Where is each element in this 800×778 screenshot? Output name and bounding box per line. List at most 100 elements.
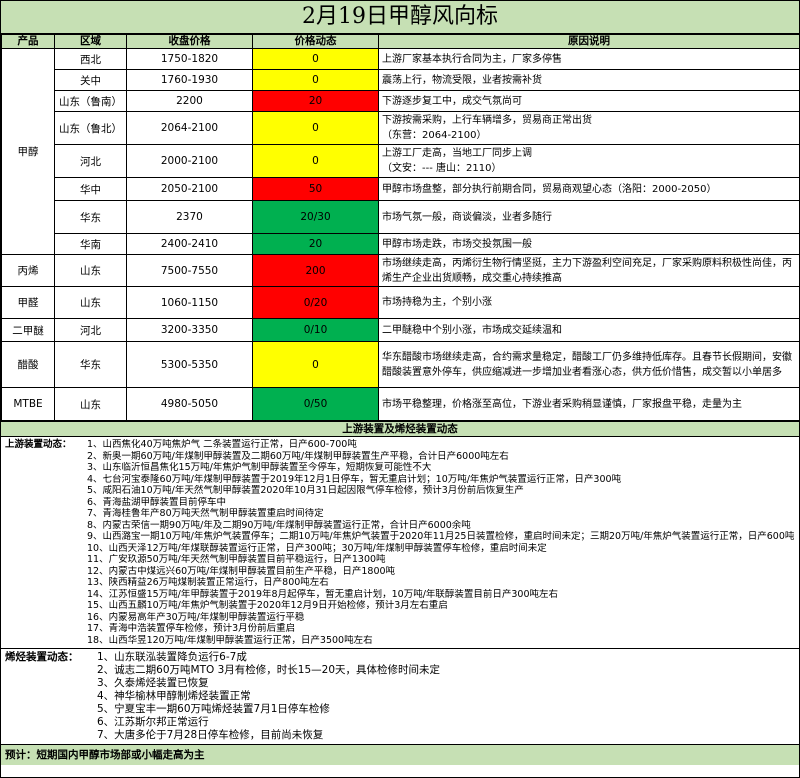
region-cell: 山东（鲁北） xyxy=(54,111,127,145)
price-cell: 1060-1150 xyxy=(126,286,253,319)
forecast-note: 预计：短期国内甲醇市场部或小幅走高为主 xyxy=(1,745,799,765)
reason-cell: 上游厂家基本执行合同为主，厂家多停售 xyxy=(378,48,800,70)
table-row: 丙烯 山东 7500-7550 200 市场继续走高，丙烯衍生物行情坚挺，主力下游盈利空… xyxy=(1,254,800,287)
list-item: 12、内蒙古中煤远兴60万吨/年煤制甲醇装置目前生产平稳，日产1800吨 xyxy=(87,565,396,577)
product-cell: 丙烯 xyxy=(1,254,55,287)
price-cell: 2200 xyxy=(126,90,253,112)
price-cell: 4980-5050 xyxy=(126,387,253,421)
list-item: 2、新奥一期60万吨/年煤制甲醇装置及二期60万吨/年煤制甲醇装置生产平稳，合计… xyxy=(87,450,509,462)
reason-cell: 二甲醚稳中个别小涨，市场成交延续温和 xyxy=(378,318,800,342)
product-cell: 醋酸 xyxy=(1,341,55,388)
page-title: 2月19日甲醇风向标 xyxy=(1,1,799,34)
table-row: MTBE 山东 4980-5050 0/50 市场平稳整理，价格涨至高位，下游业者采购稍… xyxy=(1,387,800,421)
header-product: 产品 xyxy=(1,34,55,49)
list-item: 7、大唐多伦于7月28日停车检修，目前尚未恢复 xyxy=(97,729,324,741)
product-cell: 甲醛 xyxy=(1,286,55,319)
price-cell: 2400-2410 xyxy=(126,233,253,255)
list-item: 5、咸阳石油10万吨/年天然气制甲醇装置2020年10月31日起因限气停车检修，… xyxy=(87,485,524,496)
change-cell: 200 xyxy=(252,254,379,287)
table-row: 关中 1760-1930 0 震荡上行，物流受限，业者按需补货 xyxy=(2,69,800,91)
olefin-block: 烯烃装置动态： 1、山东联泓装置降负运行6-7成 2、诚志二期60万吨MTO 3月… xyxy=(1,649,799,745)
list-item: 17、青海中浩装置停车检修，预计3月份前后重启 xyxy=(87,623,296,634)
table-row: 河北 2000-2100 0 上游工厂走高，当地工厂同步上调 （文安：--- 唐山：21… xyxy=(2,144,800,178)
price-cell: 5300-5350 xyxy=(126,341,253,388)
list-item: 6、青海盐湖甲醇装置目前停车中 xyxy=(87,496,227,508)
table-row: 醋酸 华东 5300-5350 0 华东醋酸市场继续走高，合约需求量稳定，醋酸工厂仍多维… xyxy=(1,341,800,388)
table-row: 华中 2050-2100 50 甲醇市场盘整，部分执行前期合同，贸易商观望心态（洛阳：… xyxy=(2,177,800,201)
reason-cell: 甲醇市场盘整，部分执行前期合同，贸易商观望心态（洛阳：2000-2050） xyxy=(378,177,800,201)
change-cell: 0 xyxy=(252,69,379,91)
change-cell: 0/20 xyxy=(252,286,379,319)
reason-cell: 甲醇市场走跌，市场交投氛围一般 xyxy=(378,233,800,255)
list-item: 18、山西华昱120万吨/年煤制甲醇装置运行正常，日产3500吨左右 xyxy=(87,634,373,646)
change-cell: 0 xyxy=(252,111,379,145)
price-cell: 2370 xyxy=(126,200,253,234)
table-body: 甲醇 西北 1750-1820 0 上游厂家基本执行合同为主，厂家多停售 关中 1760-1… xyxy=(1,48,800,421)
reason-cell: 市场继续走高，丙烯衍生物行情坚挺，主力下游盈利空间充足，厂家采购原料积极性尚佳，… xyxy=(378,254,800,287)
price-cell: 2050-2100 xyxy=(126,177,253,201)
upstream-block: 上游装置动态： 1、山西焦化40万吨焦炉气 二条装置运行正常，日产600-700… xyxy=(1,437,799,649)
product-cell: 二甲醚 xyxy=(1,318,55,342)
list-item: 15、山西五麟10万吨/年焦炉气制装置于2020年12月9日开始检修，预计3月左… xyxy=(87,600,448,611)
region-cell: 河北 xyxy=(54,144,127,178)
list-item: 6、江苏斯尔邦正常运行 xyxy=(97,716,209,728)
price-cell: 1760-1930 xyxy=(126,69,253,91)
region-cell: 华东 xyxy=(54,200,127,234)
header-price: 收盘价格 xyxy=(126,34,253,49)
table-row: 华南 2400-2410 20 甲醇市场走跌，市场交投氛围一般 xyxy=(2,233,800,255)
region-cell: 河北 xyxy=(54,318,127,342)
region-cell: 西北 xyxy=(54,48,127,70)
header-change: 价格动态 xyxy=(252,34,379,49)
price-cell: 1750-1820 xyxy=(126,48,253,70)
list-item: 11、广安玖源50万吨/年天然气制甲醇装置目前平稳运行，日产1300吨 xyxy=(87,554,386,565)
list-item: 3、久泰烯烃装置已恢复 xyxy=(97,677,209,689)
list-item: 5、宁夏宝丰一期60万吨烯烃装置7月1日停车检修 xyxy=(97,703,330,715)
change-cell: 0 xyxy=(252,144,379,178)
reason-cell: 下游按需采购，上行车辆增多，贸易商正常出货 （东营：2064-2100） xyxy=(378,111,800,145)
reason-cell: 下游逐步复工中，成交气氛尚可 xyxy=(378,90,800,112)
table-row: 二甲醚 河北 3200-3350 0/10 二甲醚稳中个别小涨，市场成交延续温和 xyxy=(1,318,800,342)
price-cell: 2064-2100 xyxy=(126,111,253,145)
price-cell: 2000-2100 xyxy=(126,144,253,178)
table-row: 甲醛 山东 1060-1150 0/20 市场持稳为主，个别小涨 xyxy=(1,286,800,319)
product-cell: 甲醇 xyxy=(1,48,55,255)
methanol-sheet: 2月19日甲醇风向标 产品 区域 收盘价格 价格动态 原因说明 甲醇 西北 1750… xyxy=(0,0,800,778)
region-cell: 华南 xyxy=(54,233,127,255)
list-item: 1、山西焦化40万吨焦炉气 二条装置运行正常，日产600-700吨 xyxy=(87,439,357,450)
table-row: 华东 2370 20/30 市场气氛一般，商谈偏淡，业者多随行 xyxy=(2,200,800,234)
table-row: 山东（鲁南） 2200 20 下游逐步复工中，成交气氛尚可 xyxy=(2,90,800,112)
list-item: 4、七台河宝泰隆60万吨/年煤制甲醇装置于2019年12月1日停车，暂无重启计划… xyxy=(87,473,622,485)
region-cell: 山东（鲁南） xyxy=(54,90,127,112)
list-item: 9、山西潞宝一期10万吨/年焦炉气装置停车；二期10万吨/年焦炉气装置于2020… xyxy=(87,531,795,542)
olefin-lead: 烯烃装置动态： xyxy=(5,651,79,663)
list-item: 14、江苏恒盛15万吨/年甲醇装置于2019年8月起停车，暂无重启计划，10万吨… xyxy=(87,588,559,600)
price-cell: 7500-7550 xyxy=(126,254,253,287)
reason-cell: 上游工厂走高，当地工厂同步上调 （文安：--- 唐山：2110） xyxy=(378,144,800,178)
list-item: 2、诚志二期60万吨MTO 3月有检修，时长15—20天，具体检修时间未定 xyxy=(97,664,441,676)
list-item: 13、陕西精益26万吨煤制装置正常运行，日产800吨左右 xyxy=(87,577,329,588)
list-item: 7、青海桂鲁年产80万吨天然气制甲醇装置重启时间待定 xyxy=(87,508,324,519)
list-item: 4、神华榆林甲醇制烯烃装置正常 xyxy=(97,690,251,702)
header-region: 区域 xyxy=(54,34,127,49)
header-reason: 原因说明 xyxy=(378,34,800,49)
change-cell: 20/30 xyxy=(252,200,379,234)
change-cell: 20 xyxy=(252,233,379,255)
product-cell: MTBE xyxy=(1,387,55,421)
reason-cell: 市场平稳整理，价格涨至高位，下游业者采购稍显谨慎，厂家报盘平稳，走量为主 xyxy=(378,387,800,421)
reason-cell: 市场气氛一般，商谈偏淡，业者多随行 xyxy=(378,200,800,234)
change-cell: 0 xyxy=(252,341,379,388)
change-cell: 0/10 xyxy=(252,318,379,342)
change-cell: 50 xyxy=(252,177,379,201)
region-cell: 关中 xyxy=(54,69,127,91)
region-cell: 山东 xyxy=(54,254,127,287)
change-cell: 0 xyxy=(252,48,379,70)
price-cell: 3200-3350 xyxy=(126,318,253,342)
region-cell: 华东 xyxy=(54,341,127,388)
reason-cell: 市场持稳为主，个别小涨 xyxy=(378,286,800,319)
price-table: 产品 区域 收盘价格 价格动态 原因说明 甲醇 西北 1750-1820 0 上游厂家基… xyxy=(1,34,800,421)
reason-cell: 华东醋酸市场继续走高，合约需求量稳定，醋酸工厂仍多维持低库存。且春节长假期间，安… xyxy=(378,341,800,388)
olefin-list: 1、山东联泓装置降负运行6-7成 2、诚志二期60万吨MTO 3月有检修，时长15… xyxy=(5,651,795,742)
list-item: 8、内蒙古荣信一期90万吨/年及二期90万吨/年煤制甲醇装置运行正常，合计日产6… xyxy=(87,519,471,531)
change-cell: 20 xyxy=(252,90,379,112)
list-item: 16、内蒙易高年产30万吨/年煤制甲醇装置运行平稳 xyxy=(87,611,305,623)
